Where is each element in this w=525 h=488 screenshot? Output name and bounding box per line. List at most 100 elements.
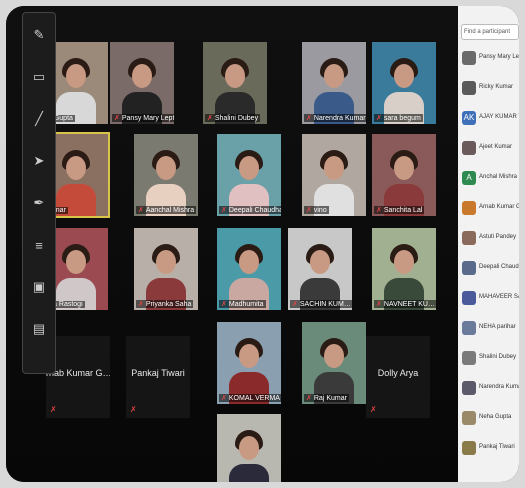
- participant-avatar: A: [462, 171, 476, 185]
- tile-name-text: Raj Kumar: [313, 395, 347, 402]
- participant-avatar: [462, 441, 476, 455]
- tile-name-label: ✗ Narendra Kumar: [304, 114, 366, 122]
- participant-face: [324, 156, 344, 180]
- participant-name: MAHAVEER SAINI: [479, 294, 519, 300]
- video-tile[interactable]: ✗ Priyanka Saha: [134, 228, 198, 310]
- video-tile[interactable]: Connecting to a…: [217, 414, 281, 482]
- video-tile[interactable]: ✗ Raj Kumar: [302, 322, 366, 404]
- muted-mic-icon: ✗: [130, 405, 137, 414]
- participant-name: Ricky Kumar: [479, 84, 514, 90]
- video-off-tile[interactable]: Pankaj Tiwari ✗: [126, 336, 190, 418]
- video-tile[interactable]: ✗ KOMAL VERMA: [217, 322, 281, 404]
- participant-name: AJAY KUMAR YADA: [479, 114, 519, 120]
- video-tile[interactable]: ✗ Shalini Dubey: [203, 42, 267, 124]
- video-tile[interactable]: ✗ Aanchal Mishra: [134, 134, 198, 216]
- participant-name: Neha Gupta: [479, 414, 512, 420]
- participant-avatar: AK: [462, 111, 476, 125]
- tile-name-label: ✗ SACHIN KUM…: [290, 300, 352, 308]
- participant-list-item[interactable]: NEHA parihar: [460, 318, 517, 340]
- participant-list-item[interactable]: AKAJAY KUMAR YADA: [460, 108, 519, 130]
- participant-list-item[interactable]: Narendra Kumar: [460, 378, 519, 400]
- participant-list-item[interactable]: Arnab Kumar Ghosh: [460, 198, 519, 220]
- video-tile[interactable]: ✗ vino: [302, 134, 366, 216]
- participant-avatar: [462, 201, 476, 215]
- participant-face: [132, 64, 152, 88]
- participant-avatar: [462, 321, 476, 335]
- video-tile[interactable]: ✗ Deepali Chaudha: [217, 134, 281, 216]
- participant-avatar: [462, 381, 476, 395]
- tile-name-text: Sanchita Lal: [383, 207, 423, 214]
- participant-name: Shalini Dubey: [479, 354, 517, 360]
- tile-name-label: ✗ NAVNEET KU…: [374, 300, 436, 308]
- participant-list-item[interactable]: MAHAVEER SAINI: [460, 288, 519, 310]
- participant-list-item[interactable]: Ajeet Kumar: [460, 138, 517, 160]
- pen-icon[interactable]: ✒: [29, 193, 49, 213]
- participant-avatar: [462, 81, 476, 95]
- participant-face: [156, 156, 176, 180]
- participant-avatar: [462, 411, 476, 425]
- video-tile[interactable]: ✗ sara begum: [372, 42, 436, 124]
- video-tile[interactable]: ✗ Narendra Kumar: [302, 42, 366, 124]
- tile-name-label: ✗ KOMAL VERMA: [219, 394, 281, 402]
- video-tile[interactable]: ✗ NAVNEET KU…: [372, 228, 436, 310]
- participant-name: NEHA parihar: [479, 324, 516, 330]
- participant-name: Astuti Pandey: [479, 234, 517, 240]
- participant-face: [324, 64, 344, 88]
- participant-name: Narendra Kumar: [479, 384, 519, 390]
- muted-mic-icon: ✗: [376, 115, 382, 122]
- pencil-icon[interactable]: ✎: [29, 25, 49, 45]
- note-icon[interactable]: ▤: [29, 319, 49, 339]
- muted-mic-icon: ✗: [50, 405, 57, 414]
- tile-name-text: Pansy Mary Lept…: [121, 115, 174, 122]
- eraser-icon[interactable]: ▭: [29, 67, 49, 87]
- highlighter-icon[interactable]: ╱: [29, 109, 49, 129]
- participant-face: [239, 436, 259, 460]
- muted-mic-icon: ✗: [221, 395, 227, 402]
- participant-face: [310, 250, 330, 274]
- tile-name-label: ✗ Sanchita Lal: [374, 206, 425, 214]
- muted-mic-icon: ✗: [370, 405, 377, 414]
- tile-name-text: Aanchal Mishra: [145, 207, 195, 214]
- participants-panel: Find a participant Pansy Mary Lept Ricky …: [458, 6, 519, 482]
- participant-face: [239, 250, 259, 274]
- participant-list-item[interactable]: Neha Gupta: [460, 408, 517, 430]
- image-icon[interactable]: ▣: [29, 277, 49, 297]
- participant-body: [229, 464, 269, 482]
- participant-list-item[interactable]: A Anchal Mishra: [460, 168, 517, 190]
- participant-search-input[interactable]: Find a participant: [461, 24, 519, 40]
- participant-face: [66, 250, 86, 274]
- participant-list-item[interactable]: Pansy Mary Lept: [460, 48, 519, 70]
- participant-avatar: [462, 261, 476, 275]
- tile-name-text: SACHIN KUM…: [299, 301, 351, 308]
- pointer-icon[interactable]: ➤: [29, 151, 49, 171]
- tile-name-label: ✗ Madhumita: [219, 300, 266, 308]
- lines-icon[interactable]: ≡: [29, 235, 49, 255]
- tile-name-text: sara begum: [383, 115, 421, 122]
- muted-mic-icon: ✗: [306, 207, 312, 214]
- participant-list-item[interactable]: Deepali Chaudhary: [460, 258, 519, 280]
- participant-avatar: [462, 291, 476, 305]
- participant-avatar: [462, 51, 476, 65]
- tile-name-text: vino: [313, 207, 327, 214]
- muted-mic-icon: ✗: [138, 207, 144, 214]
- muted-mic-icon: ✗: [114, 115, 120, 122]
- participant-list-item[interactable]: Ricky Kumar: [460, 78, 517, 100]
- participant-list-item[interactable]: Shalini Dubey: [460, 348, 517, 370]
- participant-list-item[interactable]: Pankaj Tiwari: [460, 438, 517, 460]
- tile-name-text: Priyanka Saha: [145, 301, 192, 308]
- tile-name-text: Shalini Dubey: [214, 115, 259, 122]
- participant-list-item[interactable]: Astuti Pandey: [460, 228, 517, 250]
- participant-face: [239, 344, 259, 368]
- participant-avatar: [462, 141, 476, 155]
- video-tile[interactable]: ✗ Madhumita: [217, 228, 281, 310]
- video-tile[interactable]: ✗ Sanchita Lal: [372, 134, 436, 216]
- video-tile[interactable]: ✗Pansy Mary Lept…: [110, 42, 174, 124]
- tile-name-label: ✗ Raj Kumar: [304, 394, 349, 402]
- muted-mic-icon: ✗: [292, 301, 298, 308]
- video-off-tile[interactable]: Dolly Arya ✗: [366, 336, 430, 418]
- tile-name-text: Deepali Chaudha: [228, 207, 281, 214]
- video-tile[interactable]: ✗ SACHIN KUM…: [288, 228, 352, 310]
- muted-mic-icon: ✗: [376, 207, 382, 214]
- muted-mic-icon: ✗: [376, 301, 382, 308]
- muted-mic-icon: ✗: [306, 395, 312, 402]
